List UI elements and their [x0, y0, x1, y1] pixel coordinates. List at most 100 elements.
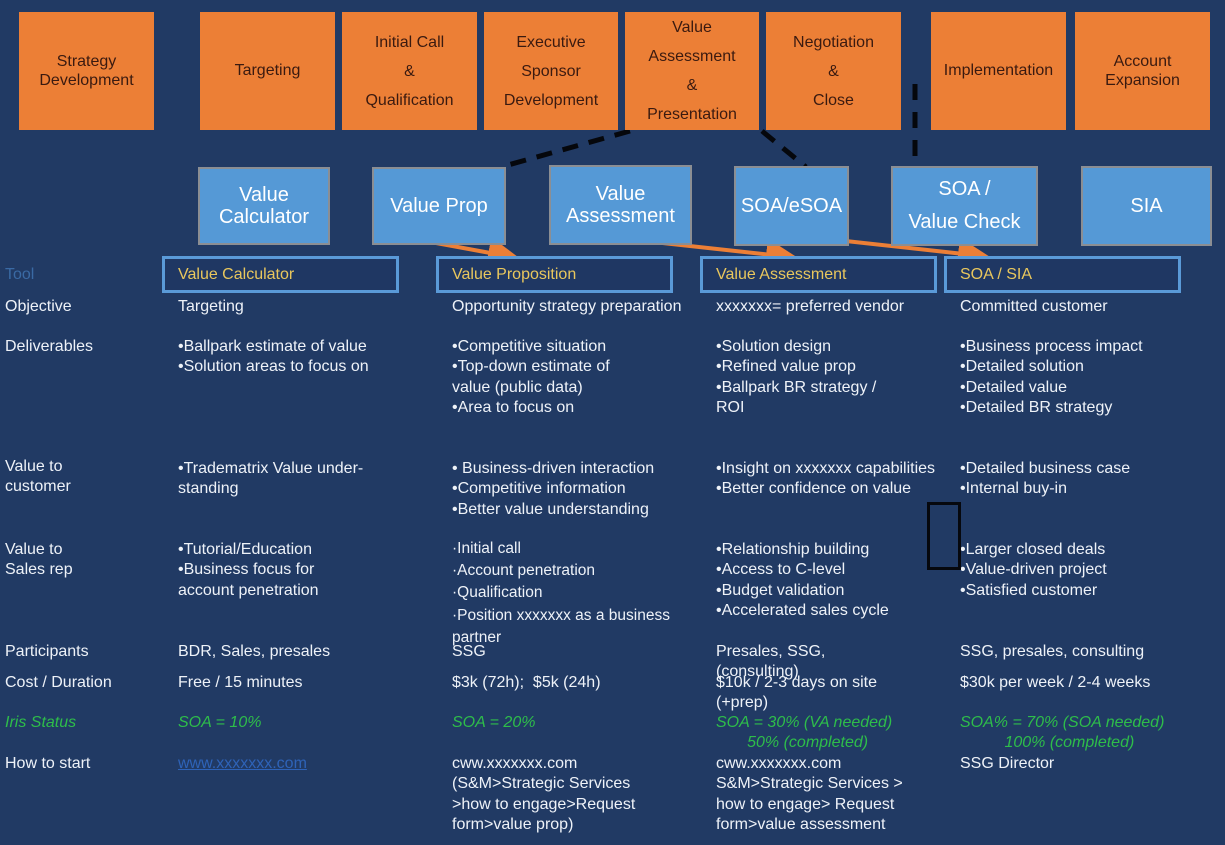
cell-line: •Detailed value	[960, 378, 1067, 396]
tool-sia: SIA	[1081, 166, 1212, 246]
cell-participants-value-proposition: SSG	[452, 642, 486, 662]
cell-deliverables-value-calculator: •Ballpark estimate of value •Solution are…	[178, 337, 369, 378]
cell-how-to-start-value-calculator-link[interactable]: www.xxxxxxx.com	[178, 754, 307, 774]
cell-line: $30k per week / 2-4 weeks	[960, 674, 1151, 691]
cell-line: 50% (completed)	[716, 734, 869, 752]
cell-cost-duration-value-proposition: $3k (72h); $5k (24h)	[452, 673, 601, 693]
stage-implementation: Implementation	[931, 12, 1066, 130]
tool-soa-value-check: SOA / Value Check	[891, 166, 1038, 246]
cell-iris-status-value-calculator: SOA = 10%	[178, 713, 261, 733]
stage-targeting: Targeting	[200, 12, 335, 130]
stage-label: Executive Sponsor Development	[503, 33, 599, 109]
tool-label: Value Prop	[390, 195, 488, 217]
cell-line: •Solution design	[716, 338, 832, 355]
cell-how-to-start-soa-sia: SSG Director	[960, 754, 1054, 774]
tool-label: Value Assessment	[566, 183, 675, 227]
cell-line: ·Qualification	[452, 584, 543, 602]
cell-line: •Top-down estimate of	[452, 358, 610, 376]
stage-negotiation-close: Negotiation & Close	[766, 12, 901, 130]
cell-line: •Better value understanding	[452, 500, 649, 518]
cell-line: •Better confidence on value	[716, 480, 912, 498]
stage-label: Initial Call & Qualification	[365, 33, 454, 109]
cell-line: cww.xxxxxxx.com	[452, 755, 578, 772]
cell-value-to-customer-soa-sia: •Detailed business case •Internal buy-in	[960, 459, 1130, 500]
cell-line: •Competitive information	[452, 480, 626, 498]
tool-label: SOA / Value Check	[908, 178, 1021, 233]
cell-line: •Refined value prop	[716, 358, 856, 376]
cell-line: •Ballpark BR strategy /	[716, 378, 877, 396]
cell-line: how to engage> Request	[716, 795, 895, 813]
cell-line: •Detailed solution	[960, 358, 1084, 376]
cell-value-to-customer-value-proposition: • Business-driven interaction •Competitiv…	[452, 459, 654, 520]
cell-line: SOA = 30% (VA needed)	[716, 714, 893, 731]
stage-value-assessment-presentation: Value Assessment & Presentation	[625, 12, 759, 130]
stage-strategy-development: Strategy Development	[19, 12, 154, 130]
cell-cost-duration-value-assessment: $10k / 2-3 days on site (+prep)	[716, 673, 877, 714]
cell-line: •Detailed business case	[960, 460, 1131, 477]
cell-participants-value-calculator: BDR, Sales, presales	[178, 642, 330, 662]
cell-line: •Relationship building	[716, 541, 870, 558]
cell-objective-value-proposition: Opportunity strategy preparation	[452, 297, 681, 317]
cell-value-to-customer-value-assessment: •Insight on xxxxxxx capabilities •Better …	[716, 459, 935, 500]
tool-header-label: Value Proposition	[452, 265, 577, 283]
cell-line: •Larger closed deals	[960, 541, 1106, 558]
cell-line: •Business focus for	[178, 561, 315, 579]
tool-header-label: Value Assessment	[716, 265, 847, 283]
cell-line: SOA = 10%	[178, 714, 262, 731]
row-label-participants: Participants	[5, 643, 89, 660]
cell-line: •Value-driven project	[960, 561, 1107, 579]
cell-line: SOA% = 70% (SOA needed)	[960, 714, 1165, 731]
tool-value-calculator: Value Calculator	[198, 167, 330, 245]
tool-header-label: SOA / SIA	[960, 265, 1033, 283]
cell-how-to-start-value-assessment: cww.xxxxxxx.com S&M>Strategic Services > h…	[716, 754, 903, 835]
cell-cost-duration-value-calculator: Free / 15 minutes	[178, 673, 303, 693]
cell-line: Presales, SSG,	[716, 643, 826, 660]
cell-line: •Tutorial/Education	[178, 541, 312, 558]
tool-header-value-calculator: Value Calculator	[162, 256, 399, 293]
cell-line[interactable]: www.xxxxxxx.com	[178, 754, 307, 774]
cell-line: 100% (completed)	[960, 734, 1135, 752]
stage-label: Negotiation & Close	[793, 33, 874, 109]
tool-header-soa-sia: SOA / SIA	[944, 256, 1181, 293]
stage-label: Account Expansion	[1105, 52, 1180, 89]
tool-value-prop: Value Prop	[372, 167, 506, 245]
stage-label: Strategy Development	[39, 52, 134, 89]
cell-line: value (public data)	[452, 378, 583, 396]
cell-line: SOA = 20%	[452, 714, 536, 731]
cell-iris-status-value-proposition: SOA = 20%	[452, 713, 535, 733]
tool-label: SOA/eSOA	[740, 195, 843, 217]
cell-line: •Business process impact	[960, 338, 1143, 355]
row-label-iris-status: Iris Status	[5, 714, 77, 731]
cell-line: SSG Director	[960, 755, 1055, 772]
row-label-objective: Objective	[5, 298, 72, 315]
stage-label: Value Assessment & Presentation	[647, 19, 737, 123]
cell-line: xxxxxxx= preferred vendor	[716, 298, 905, 315]
tool-header-value-proposition: Value Proposition	[436, 256, 673, 293]
cell-deliverables-value-assessment: •Solution design •Refined value prop •Ball…	[716, 337, 876, 418]
cell-line: •Competitive situation	[452, 338, 607, 355]
stage-account-expansion: Account Expansion	[1075, 12, 1210, 130]
cell-iris-status-soa-sia: SOA% = 70% (SOA needed) 100% (completed)	[960, 713, 1164, 754]
stage-label: Targeting	[234, 62, 301, 80]
cell-value-to-sales-rep-soa-sia: •Larger closed deals •Value-driven projec…	[960, 540, 1107, 601]
cell-objective-value-assessment: xxxxxxx= preferred vendor	[716, 297, 904, 317]
cell-line: ROI	[716, 398, 745, 416]
tool-header-value-assessment: Value Assessment	[700, 256, 937, 293]
cell-objective-value-calculator: Targeting	[178, 297, 244, 317]
cell-line: •Ballpark estimate of value	[178, 338, 367, 355]
row-label-value-to-customer: Value to customer	[5, 458, 71, 495]
dashed-connector-value-assessment-right	[760, 129, 808, 169]
cell-line: ·Account penetration	[452, 562, 596, 580]
stage-executive-sponsor-development: Executive Sponsor Development	[484, 12, 618, 130]
cell-how-to-start-value-proposition: cww.xxxxxxx.com (S&M>Strategic Services >h…	[452, 754, 635, 835]
cell-line: • Business-driven interaction	[452, 460, 655, 477]
cell-line: Targeting	[178, 298, 244, 315]
cell-line: form>value prop)	[452, 815, 574, 833]
cell-value-to-sales-rep-value-calculator: •Tutorial/Education •Business focus for ac…	[178, 540, 319, 601]
cell-cost-duration-soa-sia: $30k per week / 2-4 weeks	[960, 673, 1150, 693]
cell-line: SSG	[452, 643, 486, 660]
cell-line: •Accelerated sales cycle	[716, 601, 889, 619]
cell-line: BDR, Sales, presales	[178, 643, 331, 660]
cell-line: S&M>Strategic Services >	[716, 775, 903, 793]
cell-line: •Access to C-level	[716, 561, 846, 579]
